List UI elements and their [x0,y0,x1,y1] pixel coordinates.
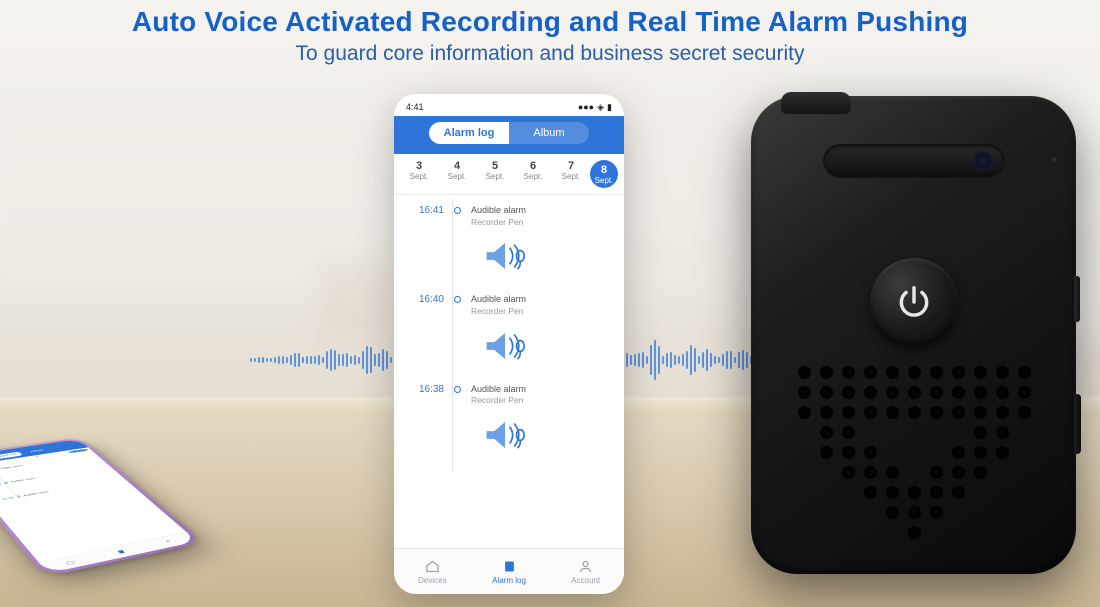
date-item-selected[interactable]: 8Sept. [590,160,618,188]
log-entry[interactable]: 16:40 Audible alarmRecorder Pen [404,288,614,323]
date-item[interactable]: 7Sept. [552,160,590,188]
log-entry[interactable]: 16:41 Audible alarmRecorder Pen [404,199,614,234]
nav-devices[interactable]: Devices [394,549,471,594]
log-text: Audible alarmRecorder Pen [471,294,526,317]
recorder-device [751,96,1076,574]
hero-title: Auto Voice Activated Recording and Real … [0,6,1100,38]
status-bar: 4:41 ●●●◈▮ [394,98,624,116]
speaker-grille [789,366,1039,546]
nav-account[interactable]: Account [547,549,624,594]
tab-bar: Alarm log Album [394,116,624,154]
hero-subtitle: To guard core information and business s… [0,42,1100,66]
tab-album[interactable]: Album [509,122,589,144]
horn-ear-icon [482,326,528,366]
device-clip [781,92,851,114]
power-button[interactable] [870,258,958,346]
tab-alarm-log[interactable]: Alarm log [429,122,509,144]
log-time: 16:38 [404,384,444,395]
date-item[interactable]: 4Sept. [438,160,476,188]
wifi-icon: ◈ [597,102,604,112]
log-time: 16:40 [404,294,444,305]
log-entry[interactable]: 16:38 Audible alarmRecorder Pen [404,378,614,413]
date-selector: 3Sept. 4Sept. 5Sept. 6Sept. 7Sept. 8Sept… [394,154,624,195]
battery-icon: ▮ [607,102,612,112]
status-icons: ●●●◈▮ [575,102,612,113]
date-item[interactable]: 5Sept. [476,160,514,188]
device-port [1074,394,1081,454]
timeline-dot [454,207,461,214]
bottom-nav: Devices Alarm log Account [394,548,624,594]
horn-ear-icon [482,415,528,455]
timeline-dot [454,296,461,303]
device-side-button[interactable] [1074,276,1080,322]
log-time: 16:41 [404,205,444,216]
date-item[interactable]: 3Sept. [400,160,438,188]
timeline-dot [454,386,461,393]
horn-ear-icon [482,236,528,276]
nav-alarm-log[interactable]: Alarm log [471,549,548,594]
device-pinhole [1051,156,1058,163]
log-text: Audible alarmRecorder Pen [471,205,526,228]
power-icon [895,283,933,321]
alarm-log-list: 16:41 Audible alarmRecorder Pen 16:40 Au… [394,195,624,475]
device-lens-window [823,144,1005,178]
date-item[interactable]: 6Sept. [514,160,552,188]
app-phone-screenshot: 4:41 ●●●◈▮ Alarm log Album 3Sept. 4Sept.… [394,94,624,594]
status-time: 4:41 [406,102,424,112]
hero-text: Auto Voice Activated Recording and Real … [0,6,1100,66]
log-text: Audible alarmRecorder Pen [471,384,526,407]
